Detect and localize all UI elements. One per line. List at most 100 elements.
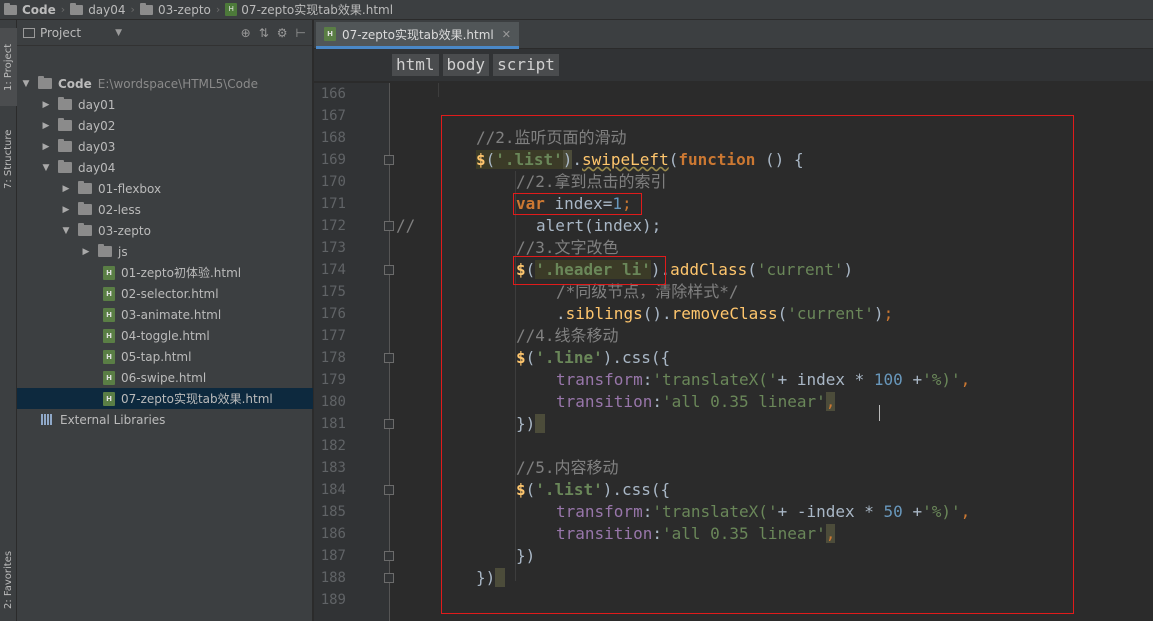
annotation-box-var-index: [513, 193, 642, 215]
chevron-down-icon[interactable]: ▼: [61, 226, 71, 236]
breadcrumb-03-zepto[interactable]: 03-zepto: [139, 0, 211, 20]
structure-tool-tab[interactable]: 7: Structure: [0, 114, 17, 204]
line-number: 168: [320, 130, 346, 146]
breadcrumb-label: 03-zepto: [157, 2, 211, 17]
tree-item-label: js: [118, 244, 128, 259]
fold-marker-icon[interactable]: [384, 155, 394, 165]
tree-item[interactable]: ▶ 01-flexbox: [17, 178, 313, 199]
line-number: 182: [320, 438, 346, 454]
line-number: 167: [320, 108, 346, 124]
scroll-from-source-icon[interactable]: ⊕: [241, 26, 251, 40]
line-number: 184: [320, 482, 346, 498]
line-number: 169: [320, 152, 346, 168]
fold-marker-icon[interactable]: [384, 419, 394, 429]
breadcrumb-day04[interactable]: day04: [70, 0, 126, 20]
tree-item[interactable]: ▼ 03-zepto: [17, 220, 313, 241]
tree-item[interactable]: ▶ day02: [17, 115, 313, 136]
line-number: 173: [320, 240, 346, 256]
tree-item[interactable]: ▶ day03: [17, 136, 313, 157]
text-cursor-icon: [879, 405, 880, 421]
project-panel: Project ▼ ⊕ ⇅ ⚙ ⊢ ▼ Code E:\wordspace\HTML…: [17, 20, 313, 621]
tree-item-label: 04-toggle.html: [121, 328, 210, 343]
line-number: 183: [320, 460, 346, 476]
breadcrumb-label: day04: [88, 2, 126, 17]
tree-item-label: day04: [78, 160, 116, 175]
fold-marker-icon[interactable]: [384, 573, 394, 583]
chevron-right-icon[interactable]: ▶: [61, 205, 71, 215]
code-line-172-comment: //: [396, 216, 416, 235]
chevron-right-icon[interactable]: ▶: [41, 100, 51, 110]
line-number: 180: [320, 394, 346, 410]
tag-crumb-body[interactable]: body: [442, 54, 490, 76]
tree-item-label: 03-animate.html: [121, 307, 222, 322]
code-area[interactable]: 166 167 168 169 170 171 172 173 174 175 176 177 178 1…: [314, 83, 1153, 621]
fold-marker-icon[interactable]: [384, 353, 394, 363]
tree-item[interactable]: H 06-swipe.html: [17, 367, 313, 388]
html-file-icon: H: [225, 3, 238, 16]
chevron-down-icon[interactable]: ▼: [41, 163, 51, 173]
fold-marker-icon[interactable]: [384, 265, 394, 275]
line-number: 170: [320, 174, 346, 190]
tree-item[interactable]: External Libraries: [17, 409, 313, 430]
html-file-icon: H: [103, 391, 115, 406]
tree-item[interactable]: ▼ day04: [17, 157, 313, 178]
fold-marker-icon[interactable]: [384, 221, 394, 231]
tree-item-label: day01: [78, 97, 116, 112]
tree-item[interactable]: ▼ Code E:\wordspace\HTML5\Code: [17, 73, 313, 94]
tree-item-label: 02-selector.html: [121, 286, 219, 301]
breadcrumb-separator: ›: [60, 3, 66, 16]
tree-item-label: day03: [78, 139, 116, 154]
fold-marker-icon[interactable]: [384, 551, 394, 561]
tree-item[interactable]: H 03-animate.html: [17, 304, 313, 325]
breadcrumb-code[interactable]: Code: [4, 0, 56, 20]
breadcrumb-label: Code: [22, 2, 56, 17]
project-tool-tab[interactable]: 1: Project: [0, 28, 17, 106]
tag-breadcrumb: html body script: [314, 49, 1153, 82]
line-number: 189: [320, 592, 346, 608]
tree-item[interactable]: H 02-selector.html: [17, 283, 313, 304]
code-editor: H 07-zepto实现tab效果.html ✕ html body scrip…: [314, 20, 1153, 621]
line-number: 178: [320, 350, 346, 366]
line-number: 187: [320, 548, 346, 564]
library-icon: [41, 414, 55, 425]
tree-item[interactable]: H 05-tap.html: [17, 346, 313, 367]
line-number: 174: [320, 262, 346, 278]
folder-icon: [78, 223, 92, 236]
breadcrumb-separator: ›: [215, 3, 221, 16]
fold-marker-icon[interactable]: [384, 485, 394, 495]
editor-tab-active[interactable]: H 07-zepto实现tab效果.html ✕: [316, 22, 519, 49]
line-number: 166: [320, 86, 346, 102]
favorites-tool-tab[interactable]: 2: Favorites: [0, 540, 17, 620]
settings-gear-icon[interactable]: ⚙: [277, 26, 288, 40]
view-dropdown-icon[interactable]: ▼: [115, 28, 122, 38]
tag-crumb-html[interactable]: html: [392, 54, 439, 76]
breadcrumb-file[interactable]: H 07-zepto实现tab效果.html: [225, 0, 393, 20]
chevron-right-icon[interactable]: ▶: [61, 184, 71, 194]
tree-item[interactable]: H 01-zepto初体验.html: [17, 262, 313, 283]
breadcrumb-label: 07-zepto实现tab效果.html: [241, 3, 394, 17]
tag-crumb-script[interactable]: script: [493, 54, 559, 76]
folder-icon: [4, 2, 17, 15]
tree-item-label: 01-flexbox: [98, 181, 162, 196]
folder-icon: [58, 139, 72, 152]
hide-panel-icon[interactable]: ⊢: [296, 26, 306, 40]
close-tab-icon[interactable]: ✕: [502, 28, 511, 41]
line-number: 188: [320, 570, 346, 586]
collapse-all-icon[interactable]: ⇅: [259, 26, 269, 40]
html-file-icon: H: [324, 27, 336, 41]
folder-icon: [70, 2, 84, 15]
chevron-down-icon[interactable]: ▼: [21, 79, 31, 89]
tree-item[interactable]: H 04-toggle.html: [17, 325, 313, 346]
line-number: 179: [320, 372, 346, 388]
tree-item[interactable]: ▶ js: [17, 241, 313, 262]
html-file-icon: H: [103, 265, 115, 280]
chevron-right-icon[interactable]: ▶: [81, 247, 91, 257]
line-number: 171: [320, 196, 346, 212]
editor-tab-label: 07-zepto实现tab效果.html: [342, 27, 494, 42]
tree-item[interactable]: H 07-zepto实现tab效果.html: [17, 388, 313, 409]
tree-item[interactable]: ▶ 02-less: [17, 199, 313, 220]
chevron-right-icon[interactable]: ▶: [41, 142, 51, 152]
html-file-icon: H: [103, 349, 115, 364]
tree-item[interactable]: ▶ day01: [17, 94, 313, 115]
chevron-right-icon[interactable]: ▶: [41, 121, 51, 131]
